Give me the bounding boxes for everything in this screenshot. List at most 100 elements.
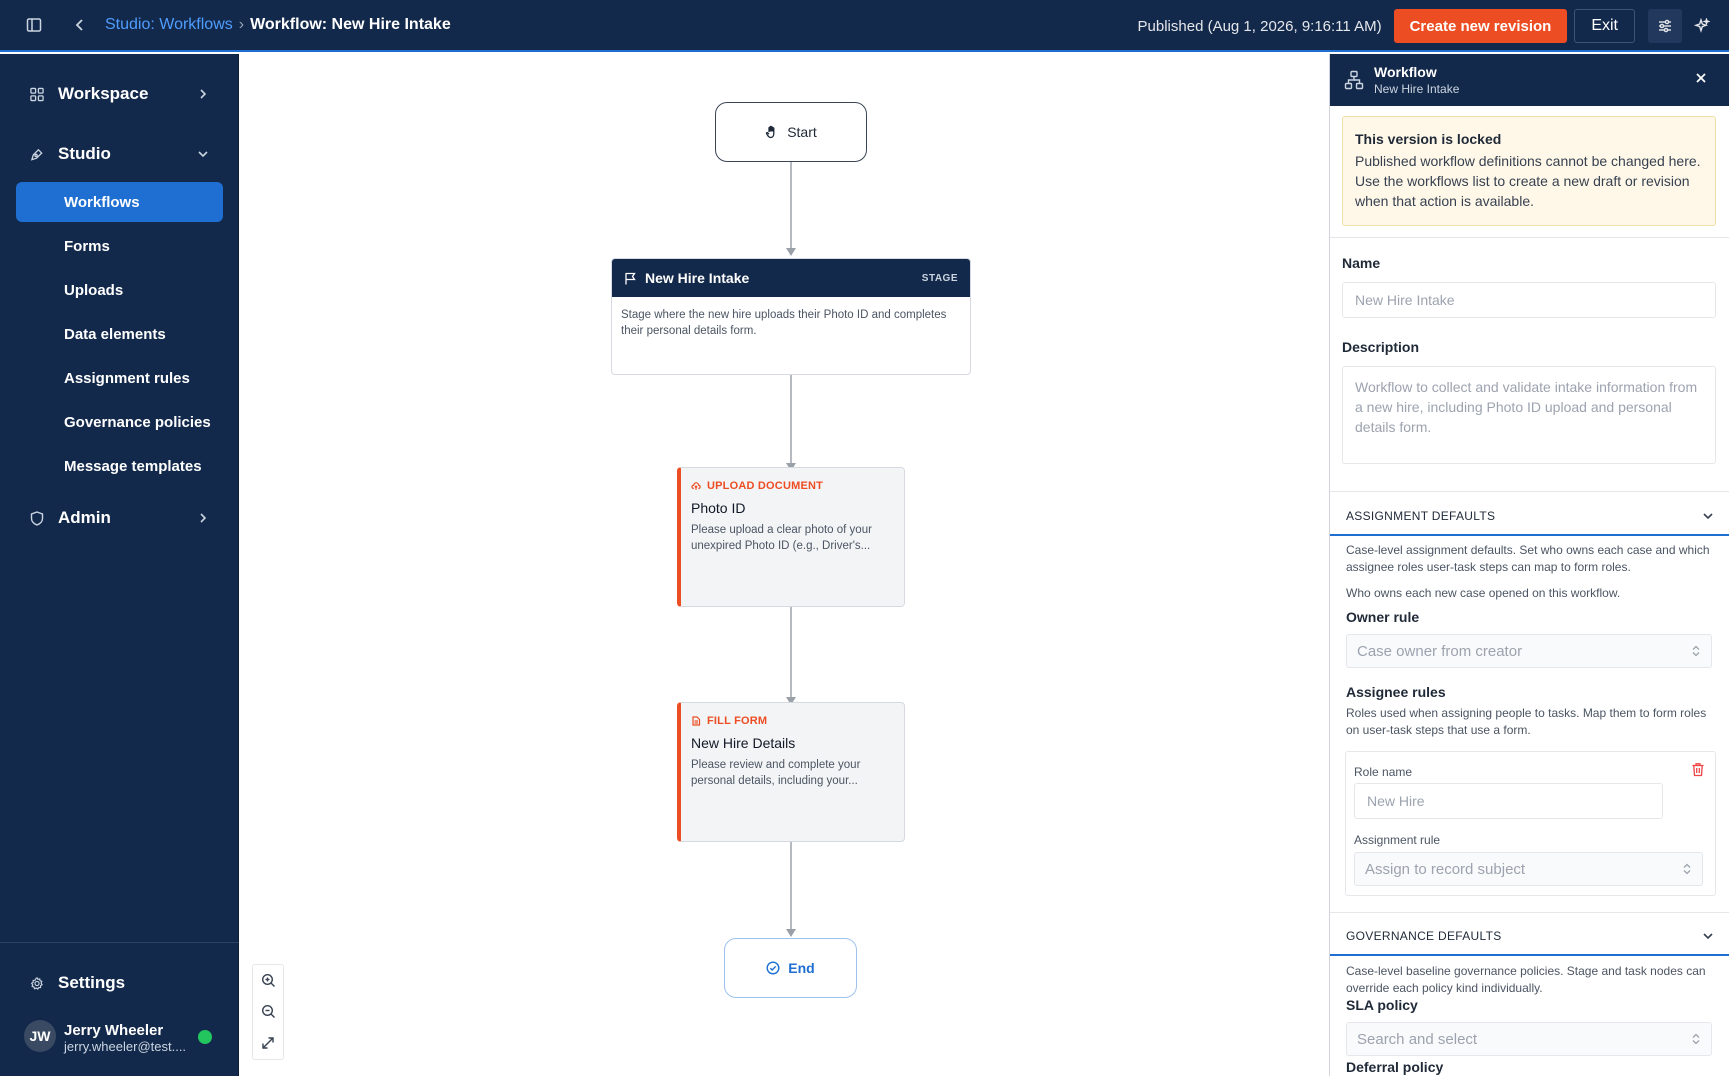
sla-policy-label: SLA policy (1346, 997, 1418, 1013)
task-name: New Hire Details (691, 735, 796, 751)
gear-icon (16, 975, 44, 992)
owner-rule-label: Owner rule (1346, 609, 1420, 625)
deferral-policy-label: Deferral policy (1346, 1059, 1444, 1075)
breadcrumb-workflows-link[interactable]: Studio: Workflows (105, 16, 233, 34)
sla-policy-select[interactable]: Search and select (1346, 1022, 1712, 1056)
cloud-upload-icon (691, 481, 701, 491)
sidebar-section-admin[interactable]: Admin (16, 498, 223, 538)
ai-sparkle-icon[interactable] (1685, 9, 1719, 43)
create-new-revision-button[interactable]: Create new revision (1393, 9, 1568, 43)
hand-pointer-icon (765, 125, 779, 139)
edge-form-end (790, 841, 792, 931)
fit-view-icon[interactable] (253, 1028, 283, 1059)
sidebar-item-workflows[interactable]: Workflows (16, 182, 223, 222)
chevron-right-icon (197, 88, 209, 100)
owner-rule-select[interactable]: Case owner from creator (1346, 634, 1712, 668)
assignment-defaults-intro: Case-level assignment defaults. Set who … (1346, 543, 1710, 574)
sidebar-settings[interactable]: Settings (16, 963, 223, 1003)
assignee-rules-hint: Roles used when assigning people to task… (1346, 706, 1707, 737)
role-name-label: Role name (1354, 765, 1413, 779)
chevron-up-down-icon (1691, 1033, 1701, 1045)
sidebar-section-label: Studio (58, 144, 111, 163)
role-name-field[interactable]: New Hire (1354, 783, 1663, 819)
sidebar-section-workspace[interactable]: Workspace (16, 74, 223, 114)
owner-rule-hint: Who owns each new case opened on this wo… (1346, 586, 1621, 600)
exit-button[interactable]: Exit (1574, 9, 1635, 43)
name-field[interactable]: New Hire Intake (1342, 282, 1716, 318)
online-status-dot (198, 1030, 212, 1044)
sidebar-section-label: Workspace (58, 84, 149, 103)
governance-defaults-section-header[interactable]: GOVERNANCE DEFAULTS (1330, 918, 1729, 956)
pen-tool-icon (16, 147, 44, 162)
chevron-down-icon (1702, 930, 1714, 942)
lock-notice-title: This version is locked (1355, 131, 1502, 147)
workflow-hierarchy-icon (1344, 70, 1364, 90)
task-name: Photo ID (691, 500, 746, 516)
assignment-defaults-section-header[interactable]: ASSIGNMENT DEFAULTS (1330, 498, 1729, 536)
owner-rule-value: Case owner from creator (1357, 642, 1523, 660)
workflow-canvas[interactable]: Start New Hire Intake STAGE Stage where … (240, 54, 1329, 1076)
stage-node[interactable]: New Hire Intake STAGE Stage where the ne… (611, 258, 971, 375)
panel-divider (1330, 237, 1729, 238)
task-node-fill-form[interactable]: FILL FORM New Hire Details Please review… (677, 702, 905, 842)
grid-icon (16, 87, 44, 102)
sidebar-toggle-icon[interactable] (19, 10, 49, 40)
sidebar-divider (0, 942, 239, 943)
close-icon[interactable] (1694, 71, 1708, 85)
panel-title: Workflow (1374, 64, 1437, 80)
back-chevron-icon[interactable] (65, 10, 95, 40)
task-node-upload-document[interactable]: UPLOAD DOCUMENT Photo ID Please upload a… (677, 467, 905, 607)
properties-panel-toggle-icon[interactable] (1648, 9, 1682, 43)
properties-panel: Workflow New Hire Intake This version is… (1329, 54, 1729, 1076)
lock-notice-text: Published workflow definitions cannot be… (1355, 153, 1701, 209)
edge-upload-form (790, 606, 792, 699)
sidebar-item-forms[interactable]: Forms (16, 226, 223, 266)
chevron-down-icon (197, 148, 209, 160)
trash-icon[interactable] (1691, 762, 1705, 777)
governance-defaults-title: GOVERNANCE DEFAULTS (1346, 929, 1502, 943)
assignment-rule-select[interactable]: Assign to record subject (1354, 852, 1703, 886)
end-node[interactable]: End (724, 938, 857, 998)
shield-icon (16, 510, 44, 526)
assignment-defaults-title: ASSIGNMENT DEFAULTS (1346, 509, 1496, 523)
published-status: Published (Aug 1, 2026, 9:16:11 AM) (1137, 17, 1382, 35)
check-circle-icon (766, 961, 780, 975)
avatar[interactable]: JW (24, 1020, 56, 1052)
task-type-label: UPLOAD DOCUMENT (691, 480, 894, 492)
sidebar-section-label: Admin (58, 508, 111, 527)
zoom-controls (252, 964, 284, 1060)
sidebar-item-governance-policies[interactable]: Governance policies (16, 402, 223, 442)
end-node-label: End (788, 960, 815, 976)
chevron-down-icon (1702, 510, 1714, 522)
task-type-label: FILL FORM (691, 715, 894, 727)
zoom-in-icon[interactable] (253, 965, 283, 996)
chevron-up-down-icon (1682, 863, 1692, 875)
user-email: jerry.wheeler@test.... (64, 1039, 187, 1054)
document-icon (691, 716, 701, 726)
stage-node-description: Stage where the new hire uploads their P… (621, 309, 947, 337)
description-field[interactable]: Workflow to collect and validate intake … (1342, 366, 1716, 464)
edge-arrowhead (786, 929, 796, 937)
sidebar: Workspace Studio Workflows Forms Uploads… (0, 54, 239, 1076)
panel-header: Workflow New Hire Intake (1330, 54, 1729, 106)
edge-arrowhead (786, 248, 796, 256)
locked-version-notice: This version is locked Published workflo… (1342, 116, 1716, 226)
assignment-rule-value: Assign to record subject (1365, 860, 1526, 878)
sidebar-item-assignment-rules[interactable]: Assignment rules (16, 358, 223, 398)
breadcrumb-current: Workflow: New Hire Intake (250, 16, 451, 33)
name-label: Name (1342, 255, 1381, 271)
breadcrumb: Studio: Workflows › Workflow: New Hire I… (105, 16, 451, 34)
edge-start-stage (790, 162, 792, 250)
sidebar-item-uploads[interactable]: Uploads (16, 270, 223, 310)
breadcrumb-separator: › (238, 16, 245, 33)
stage-node-title: New Hire Intake (645, 270, 750, 286)
flag-icon (624, 272, 637, 285)
sidebar-section-studio[interactable]: Studio (16, 134, 223, 174)
assignee-role-card: Role name New Hire Assignment rule Assig… (1345, 751, 1716, 896)
sidebar-item-data-elements[interactable]: Data elements (16, 314, 223, 354)
chevron-right-icon (197, 512, 209, 524)
sidebar-item-message-templates[interactable]: Message templates (16, 446, 223, 486)
user-name: Jerry Wheeler (64, 1022, 164, 1039)
start-node[interactable]: Start (715, 102, 867, 162)
zoom-out-icon[interactable] (253, 996, 283, 1027)
